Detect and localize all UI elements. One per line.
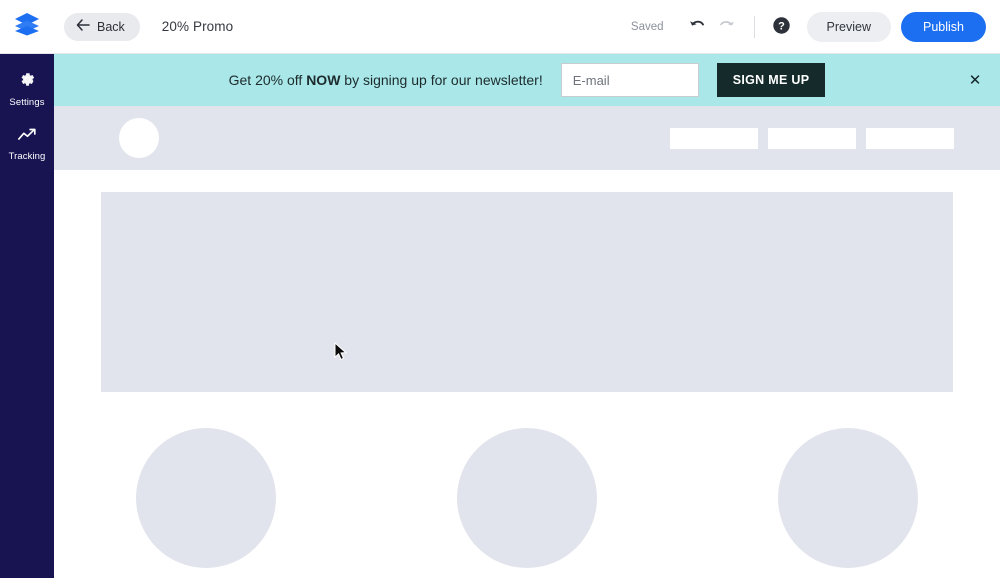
undo-button[interactable] [682,12,712,42]
redo-button[interactable] [712,12,742,42]
mock-site-logo-placeholder [119,118,159,158]
app-logo[interactable] [0,0,54,53]
site-preview-canvas: Get 20% off NOW by signing up for our ne… [54,54,1000,578]
mock-nav-placeholder [866,127,954,149]
undo-icon [688,17,706,36]
promo-text-after: by signing up for our newsletter! [340,72,543,88]
mock-site-body [54,170,1000,578]
mock-circle-placeholder [778,428,918,568]
gear-icon [19,71,36,93]
mock-nav-placeholder [670,127,758,149]
sidebar-item-label: Tracking [8,151,46,162]
layers-logo-icon [14,12,40,41]
arrow-left-icon [76,19,90,34]
trending-up-icon [17,127,37,147]
toolbar-actions: Saved ? Preview Publish [631,0,1000,53]
help-button[interactable]: ? [767,12,797,42]
promo-text-bold: NOW [306,72,341,88]
sidebar-item-settings[interactable]: Settings [0,62,54,118]
back-button[interactable]: Back [64,12,140,41]
mock-hero-placeholder [101,192,953,392]
promo-headline: Get 20% off NOW by signing up for our ne… [229,72,543,88]
svg-text:?: ? [778,20,785,32]
preview-button[interactable]: Preview [806,11,891,42]
publish-button[interactable]: Publish [901,11,986,42]
left-sidebar: Settings Tracking [0,54,54,578]
app-root: Back 20% Promo Saved ? Preview Publish S… [0,0,1000,578]
saved-status: Saved [630,20,664,33]
document-title: 20% Promo [161,19,234,34]
mock-site-header [54,106,1000,170]
help-circle-icon: ? [772,16,791,38]
mock-circle-placeholder [136,428,276,568]
toolbar-divider [753,15,755,38]
redo-icon [718,17,736,36]
top-toolbar: Back 20% Promo Saved ? Preview Publish [0,0,1000,54]
promo-banner[interactable]: Get 20% off NOW by signing up for our ne… [54,54,1000,106]
mock-circle-placeholder [457,428,597,568]
sign-me-up-button[interactable]: SIGN ME UP [716,63,826,97]
mock-site-nav [670,127,954,149]
close-icon: ✕ [968,71,982,89]
mock-circle-row [136,428,918,568]
sidebar-item-tracking[interactable]: Tracking [0,118,54,172]
mock-nav-placeholder [768,127,856,149]
back-button-label: Back [97,19,125,34]
close-banner-button[interactable]: ✕ [962,67,988,93]
promo-text-before: Get 20% off [228,72,307,88]
sidebar-item-label: Settings [9,97,45,108]
promo-email-input[interactable] [560,63,699,97]
